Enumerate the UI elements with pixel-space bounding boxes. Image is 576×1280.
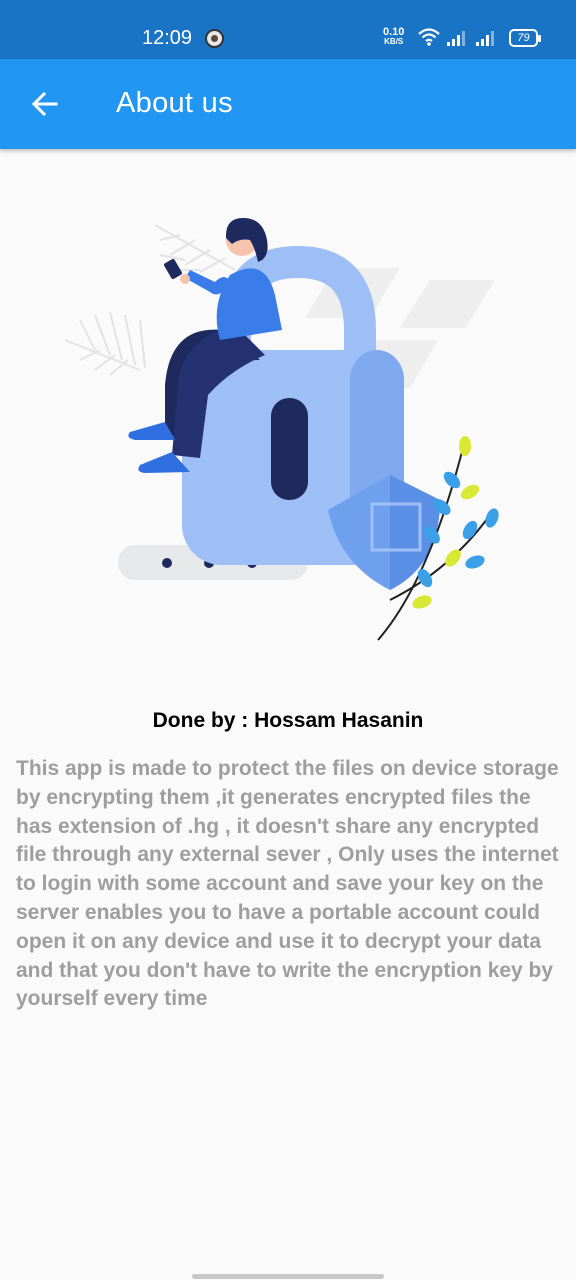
back-button[interactable] — [22, 81, 68, 127]
signal-icon — [447, 30, 469, 46]
network-speed-unit: KB/S — [384, 37, 404, 46]
status-bar: 12:09 0.10 KB/S 79 — [0, 0, 576, 59]
app-bar: About us — [0, 59, 576, 149]
wifi-icon — [418, 28, 440, 46]
keyhole — [271, 398, 308, 500]
arrow-left-icon — [31, 91, 58, 117]
home-indicator[interactable] — [192, 1274, 384, 1279]
network-speed-value: 0.10 — [383, 26, 405, 38]
battery-icon: 79 — [509, 29, 541, 47]
page-title: About us — [116, 87, 233, 119]
security-illustration — [64, 218, 499, 641]
author-credit: Done by : Hossam Hasanin — [152, 709, 424, 732]
notification-app-icon — [205, 29, 224, 48]
network-speed: 0.10 KB/S — [383, 27, 404, 47]
battery-level: 79 — [517, 32, 530, 44]
app-description: This app is made to protect the files on… — [16, 757, 559, 1011]
signal-icon — [476, 30, 498, 46]
status-time: 12:09 — [142, 27, 193, 49]
